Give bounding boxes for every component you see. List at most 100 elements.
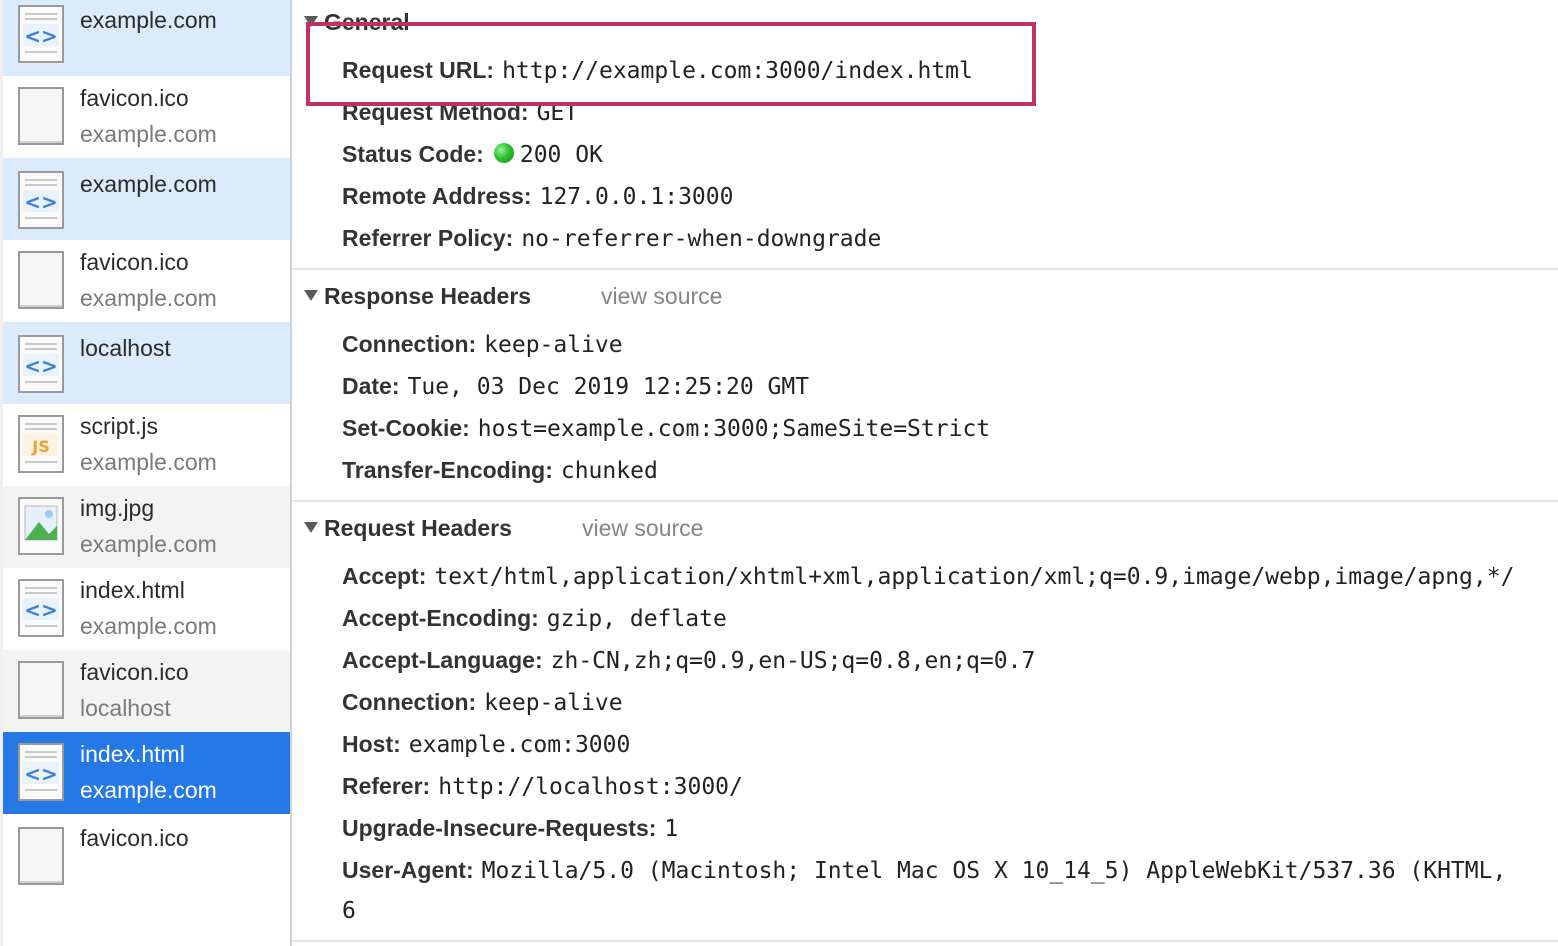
- request-name: script.js: [80, 413, 158, 439]
- image-file-icon: [18, 497, 64, 555]
- response-headers-toggle[interactable]: Response Headers: [304, 282, 531, 310]
- header-key: Referrer Policy:: [342, 225, 514, 251]
- header-value: 1: [664, 816, 679, 842]
- header-value: 200 OK: [519, 142, 603, 168]
- request-headers-toggle[interactable]: Request Headers: [304, 514, 512, 542]
- svg-text:<>: <>: [24, 24, 58, 48]
- header-value: text/html,application/xhtml+xml,applicat…: [434, 564, 1515, 590]
- request-row[interactable]: favicon.ico: [3, 814, 290, 896]
- header-key: Referer:: [342, 773, 431, 799]
- section-divider: [292, 268, 1558, 270]
- header-row-continuation: 6: [342, 895, 356, 926]
- header-row: Connection: keep-alive: [342, 329, 623, 360]
- request-view-source-link[interactable]: view source: [582, 514, 703, 542]
- header-value: Mozilla/5.0 (Macintosh; Intel Mac OS X 1…: [481, 858, 1507, 884]
- request-name: img.jpg: [80, 495, 155, 521]
- request-domain: example.com: [80, 531, 217, 557]
- blank-file-icon: [18, 87, 64, 145]
- header-row: Date: Tue, 03 Dec 2019 12:25:20 GMT: [342, 371, 809, 402]
- header-value: keep-alive: [484, 332, 623, 358]
- header-key: Upgrade-Insecure-Requests:: [342, 815, 657, 841]
- request-name: example.com: [80, 171, 217, 197]
- header-key: Date:: [342, 373, 400, 399]
- request-list: <> example.com favicon.ico example.com <…: [0, 0, 290, 946]
- svg-text:<>: <>: [24, 762, 58, 786]
- header-row-remote-address: Remote Address: 127.0.0.1:3000: [342, 181, 733, 212]
- blank-file-icon: [18, 661, 64, 719]
- request-row[interactable]: <> example.com: [3, 0, 290, 76]
- header-value: 127.0.0.1:3000: [539, 184, 734, 210]
- headers-panel: General Request URL: http://example.com:3…: [292, 0, 1558, 946]
- svg-text:<>: <>: [24, 598, 58, 622]
- html-document-icon: <>: [18, 743, 64, 801]
- request-domain: example.com: [80, 285, 217, 311]
- header-key: Accept-Language:: [342, 647, 543, 673]
- request-domain: localhost: [80, 695, 171, 721]
- request-row[interactable]: <> localhost: [3, 322, 290, 404]
- request-name: index.html: [80, 577, 185, 603]
- request-row[interactable]: <> example.com: [3, 158, 290, 240]
- header-key: Set-Cookie:: [342, 415, 470, 441]
- html-document-icon: <>: [18, 579, 64, 637]
- js-badge: JS: [31, 437, 49, 456]
- section-divider: [292, 500, 1558, 502]
- header-key: User-Agent:: [342, 857, 474, 883]
- collapse-triangle-icon: [304, 290, 318, 302]
- request-name: localhost: [80, 335, 171, 361]
- header-value: 6: [342, 898, 356, 924]
- header-value: example.com:3000: [408, 732, 631, 758]
- blank-file-icon: [18, 827, 64, 885]
- header-key: Accept:: [342, 563, 427, 589]
- header-value: keep-alive: [484, 690, 623, 716]
- header-value: http://localhost:3000/: [438, 774, 743, 800]
- request-row[interactable]: JS script.js example.com: [3, 404, 290, 486]
- header-row-referrer-policy: Referrer Policy: no-referrer-when-downgra…: [342, 223, 881, 254]
- header-key: Transfer-Encoding:: [342, 457, 553, 483]
- header-row: Accept-Language: zh-CN,zh;q=0.9,en-US;q=0…: [342, 645, 1035, 676]
- request-headers-title: Request Headers: [324, 515, 512, 541]
- header-value: Tue, 03 Dec 2019 12:25:20 GMT: [407, 374, 810, 400]
- request-name: favicon.ico: [80, 825, 189, 851]
- svg-text:<>: <>: [24, 190, 58, 214]
- request-domain: example.com: [80, 449, 217, 475]
- request-row[interactable]: <> index.html example.com: [3, 568, 290, 650]
- response-headers-title: Response Headers: [324, 283, 532, 309]
- header-value: chunked: [560, 458, 658, 484]
- header-row: Set-Cookie: host=example.com:3000;SameSit…: [342, 413, 990, 444]
- request-row[interactable]: img.jpg example.com: [3, 486, 290, 568]
- response-view-source-link[interactable]: view source: [601, 282, 722, 310]
- html-document-icon: <>: [18, 335, 64, 393]
- request-domain: example.com: [80, 121, 217, 147]
- header-value: gzip, deflate: [546, 606, 727, 632]
- header-row: Accept: text/html,application/xhtml+xml,a…: [342, 561, 1514, 592]
- header-row: Upgrade-Insecure-Requests: 1: [342, 813, 678, 844]
- request-url-highlight-box: [306, 22, 1036, 106]
- header-row-status-code: Status Code: 200 OK: [342, 139, 603, 170]
- request-domain: example.com: [80, 613, 217, 639]
- status-ok-icon: [493, 142, 514, 163]
- request-row[interactable]: favicon.ico localhost: [3, 650, 290, 732]
- header-key: Status Code:: [342, 141, 484, 167]
- request-domain: example.com: [80, 777, 217, 803]
- request-row[interactable]: favicon.ico example.com: [3, 76, 290, 158]
- header-value: no-referrer-when-downgrade: [521, 226, 882, 252]
- request-row[interactable]: favicon.ico example.com: [3, 240, 290, 322]
- header-key: Remote Address:: [342, 183, 532, 209]
- blank-file-icon: [18, 251, 64, 309]
- header-row: Referer: http://localhost:3000/: [342, 771, 743, 802]
- request-name: index.html: [80, 741, 185, 767]
- section-divider: [292, 940, 1558, 942]
- header-row: Host: example.com:3000: [342, 729, 630, 760]
- collapse-triangle-icon: [304, 522, 318, 534]
- header-row: User-Agent: Mozilla/5.0 (Macintosh; Intel…: [342, 855, 1506, 886]
- header-value: zh-CN,zh;q=0.9,en-US;q=0.8,en;q=0.7: [550, 648, 1036, 674]
- request-name: favicon.ico: [80, 659, 189, 685]
- html-document-icon: <>: [18, 171, 64, 229]
- header-row: Transfer-Encoding: chunked: [342, 455, 658, 486]
- header-key: Accept-Encoding:: [342, 605, 539, 631]
- header-key: Connection:: [342, 689, 477, 715]
- header-key: Connection:: [342, 331, 477, 357]
- request-row-selected[interactable]: <> index.html example.com: [3, 732, 290, 814]
- header-row: Connection: keep-alive: [342, 687, 623, 718]
- request-name: favicon.ico: [80, 249, 189, 275]
